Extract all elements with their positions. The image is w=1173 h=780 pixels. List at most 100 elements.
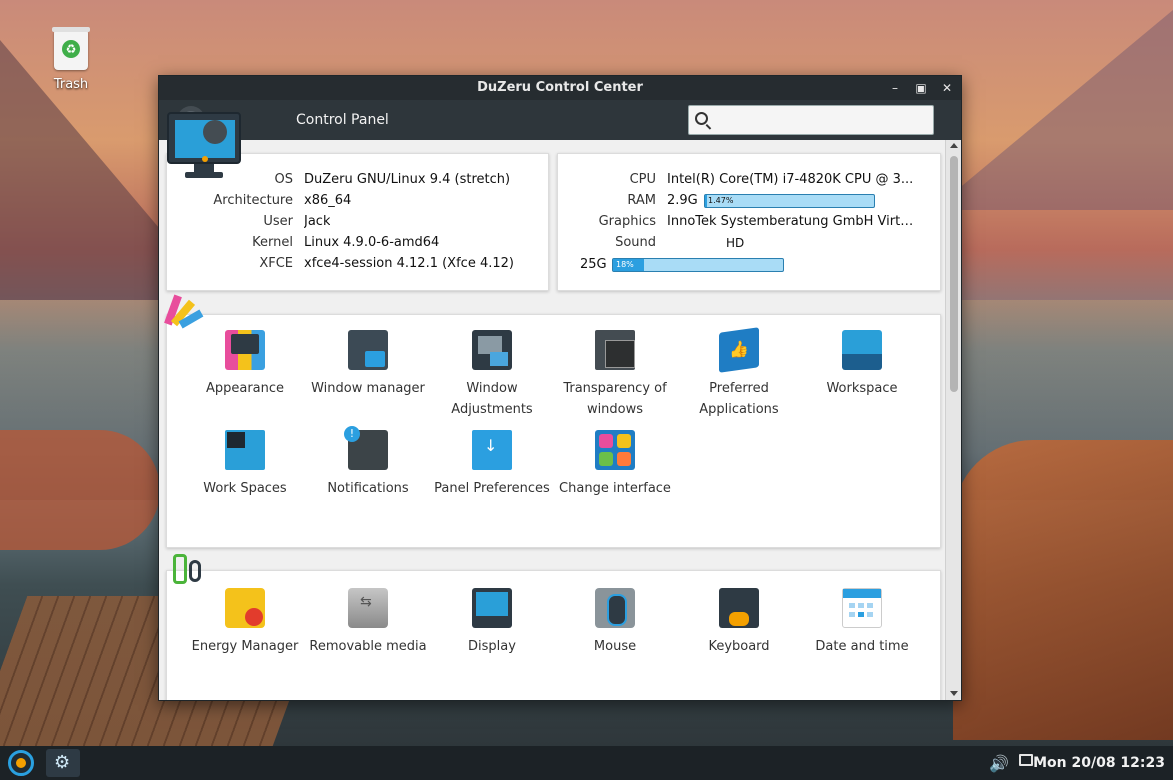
workspace-icon: [842, 330, 882, 370]
panel-preferences-label: Panel Preferences: [434, 481, 550, 496]
transparency-icon: [595, 330, 635, 370]
search-box[interactable]: [688, 105, 934, 135]
hd-usage-bar: 18%: [612, 258, 784, 272]
preferred-apps-item[interactable]: Preferred Applications: [677, 327, 801, 420]
date-time-label: Date and time: [815, 639, 909, 654]
workspace-label: Workspace: [826, 381, 898, 396]
appearance-item-label: Appearance: [205, 381, 285, 396]
user-value: Jack: [304, 214, 331, 229]
window-titlebar[interactable]: DuZeru Control Center – ▣ ✕: [159, 76, 961, 100]
window-manager-label: Window manager: [311, 381, 425, 396]
window-title: DuZeru Control Center: [477, 80, 643, 95]
control-panel-label: Control Panel: [296, 112, 389, 128]
change-interface-label: Change interface: [559, 481, 671, 496]
energy-manager-label: Energy Manager: [191, 639, 299, 654]
hd-label: HD: [726, 236, 745, 250]
removable-media-label: Removable media: [309, 639, 427, 654]
hd-size: 25G: [580, 257, 607, 272]
os-label: OS: [274, 172, 293, 187]
ram-usage-bar: 1.47%: [704, 194, 875, 208]
energy-manager-icon: [225, 588, 265, 628]
preferred-apps-icon: [719, 327, 759, 373]
close-button[interactable]: ✕: [941, 82, 953, 94]
removable-media-item[interactable]: Removable media: [306, 588, 430, 657]
taskbar: 🔊 Mon 20/08 12:23: [0, 746, 1173, 780]
search-icon: [695, 112, 708, 125]
vertical-scrollbar[interactable]: [945, 140, 961, 700]
hd-usage-text: 18%: [616, 260, 634, 269]
appearance-icon: [225, 330, 265, 370]
display-label: Display: [468, 639, 516, 654]
change-interface-item[interactable]: Change interface: [553, 430, 677, 499]
window-adjustments-item[interactable]: Window Adjustments: [430, 330, 554, 420]
trash-label: Trash: [53, 77, 89, 92]
ram-usage-text: 1.47%: [708, 196, 734, 205]
notifications-item[interactable]: Notifications: [306, 426, 430, 499]
mouse-icon: [595, 588, 635, 628]
removable-media-icon: [348, 588, 388, 628]
hardware-info-card: CPU Intel(R) Core(TM) i7-4820K CPU @ 3..…: [557, 153, 941, 291]
keyboard-label: Keyboard: [708, 639, 770, 654]
scroll-down-arrow-icon[interactable]: [950, 691, 958, 696]
panel-preferences-item[interactable]: Panel Preferences: [430, 430, 554, 499]
date-time-icon: [842, 588, 882, 628]
panel-preferences-icon: [472, 430, 512, 470]
window-manager-icon: [348, 330, 388, 370]
work-spaces-item[interactable]: Work Spaces: [183, 430, 307, 499]
transparency-item[interactable]: Transparency of windows: [553, 330, 677, 420]
window-toolbar: Control Panel: [159, 100, 961, 140]
user-label: User: [263, 214, 293, 229]
scrollbar-thumb[interactable]: [950, 156, 958, 392]
xfce-value: xfce4-session 4.12.1 (Xfce 4.12): [304, 256, 514, 271]
window-adjustments-icon: [472, 330, 512, 370]
keyboard-item[interactable]: Keyboard: [677, 588, 801, 657]
ram-value: 2.9G: [667, 193, 698, 208]
workspace-item[interactable]: Workspace: [800, 330, 924, 399]
trash-desktop-icon[interactable]: ♻ Trash: [40, 27, 102, 92]
cpu-label: CPU: [629, 172, 656, 187]
display-icon: [472, 588, 512, 628]
menu-launcher-icon[interactable]: [8, 750, 34, 776]
control-panel-monitor-icon: [167, 106, 243, 182]
trash-icon: ♻: [52, 27, 90, 70]
kernel-value: Linux 4.9.0-6-amd64: [304, 235, 440, 250]
work-spaces-label: Work Spaces: [203, 481, 287, 496]
work-spaces-icon: [225, 430, 265, 470]
window-adjustments-label: Window Adjustments: [451, 381, 533, 417]
keyboard-icon: [719, 588, 759, 628]
transparency-label: Transparency of windows: [563, 381, 667, 417]
plug-icon: [169, 550, 209, 590]
graphics-label: Graphics: [598, 214, 656, 229]
appearance-item[interactable]: Appearance: [183, 330, 307, 399]
maximize-button[interactable]: ▣: [915, 82, 927, 94]
palette-icon: [164, 294, 209, 335]
control-center-window: DuZeru Control Center – ▣ ✕ Control Pane…: [158, 75, 962, 701]
architecture-label: Architecture: [213, 193, 293, 208]
date-time-item[interactable]: Date and time: [800, 588, 924, 657]
clock[interactable]: Mon 20/08 12:23: [1033, 746, 1165, 780]
graphics-value: InnoTek Systemberatung GmbH Virtu...: [667, 214, 917, 229]
mouse-label: Mouse: [593, 639, 637, 654]
search-input[interactable]: [717, 109, 927, 131]
xfce-label: XFCE: [259, 256, 293, 271]
volume-icon[interactable]: 🔊: [989, 754, 1009, 773]
architecture-value: x86_64: [304, 193, 352, 208]
ram-label: RAM: [627, 193, 656, 208]
sound-label: Sound: [615, 235, 656, 250]
kernel-label: Kernel: [252, 235, 293, 250]
minimize-button[interactable]: –: [889, 82, 901, 94]
taskbar-control-center-button[interactable]: [46, 749, 80, 777]
window-manager-item[interactable]: Window manager: [306, 330, 430, 399]
scroll-up-arrow-icon[interactable]: [950, 143, 958, 148]
notifications-icon: [344, 426, 388, 470]
os-value: DuZeru GNU/Linux 9.4 (stretch): [304, 172, 511, 187]
notifications-label: Notifications: [327, 481, 409, 496]
content-area: OS DuZeru GNU/Linux 9.4 (stretch) Archit…: [159, 140, 945, 700]
notification-tray-icon[interactable]: [1019, 754, 1033, 766]
cpu-value: Intel(R) Core(TM) i7-4820K CPU @ 3...: [667, 172, 914, 187]
energy-manager-item[interactable]: Energy Manager: [183, 588, 307, 657]
preferred-apps-label: Preferred Applications: [699, 381, 779, 417]
display-item[interactable]: Display: [430, 588, 554, 657]
change-interface-icon: [595, 430, 635, 470]
mouse-item[interactable]: Mouse: [553, 588, 677, 657]
